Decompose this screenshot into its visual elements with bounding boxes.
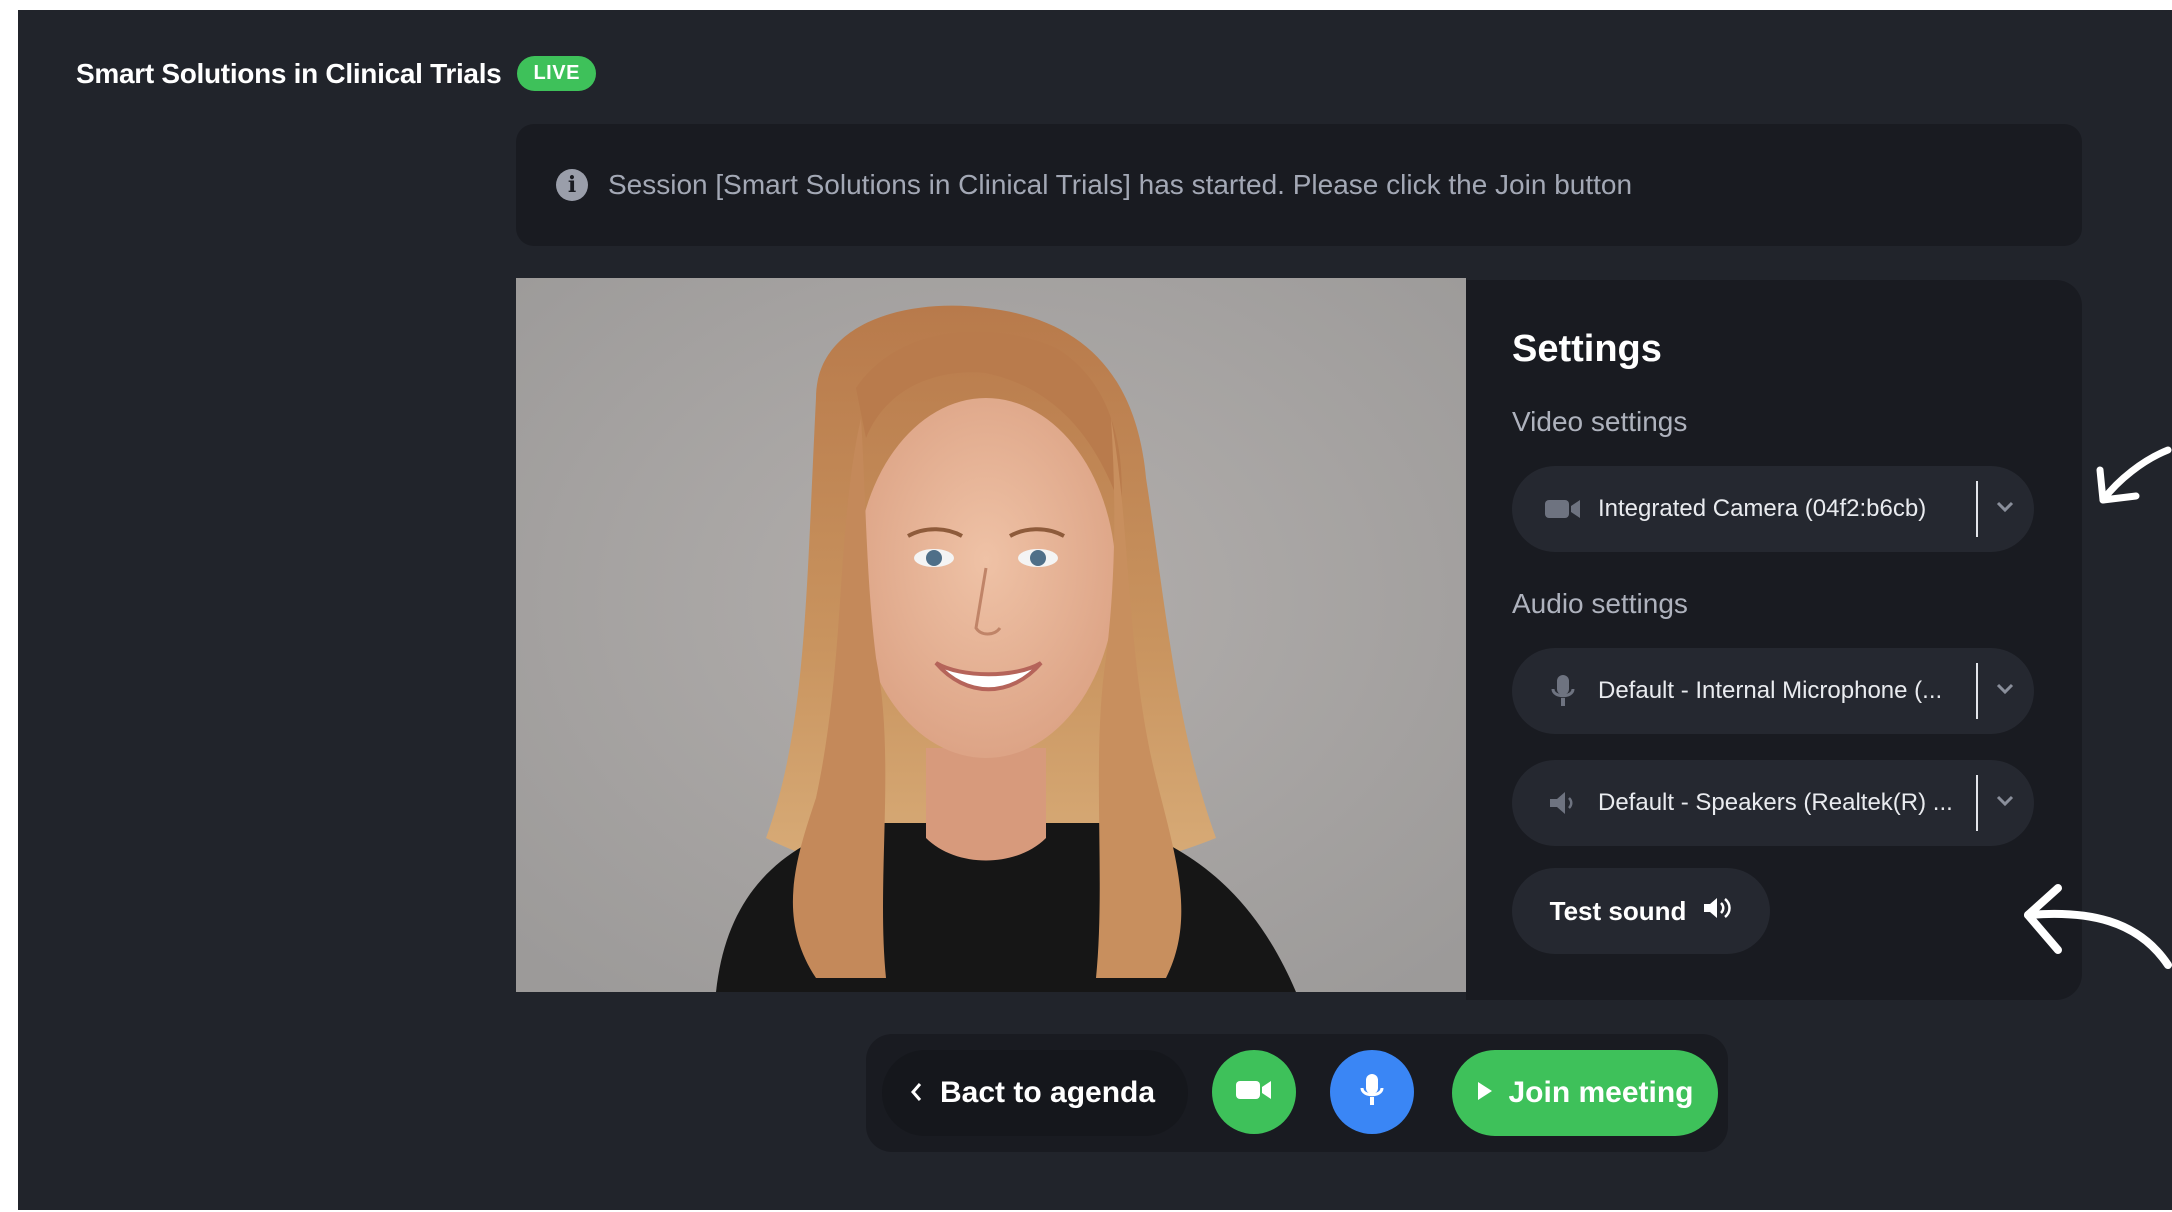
join-meeting-button[interactable]: Join meeting — [1452, 1050, 1718, 1136]
camera-toggle-button[interactable] — [1212, 1050, 1296, 1134]
back-to-agenda-button[interactable]: Bact to agenda — [882, 1050, 1188, 1136]
settings-panel: Settings Video settings Integrated Camer… — [1466, 280, 2082, 1000]
chevron-down-icon[interactable] — [1996, 500, 2014, 518]
info-icon: i — [556, 169, 588, 201]
audio-settings-label: Audio settings — [1512, 588, 1688, 619]
speaker-select-value: Default - Speakers (Realtek(R) ... — [1598, 789, 1953, 816]
microphone-icon — [1360, 1073, 1384, 1112]
camera-select-value: Integrated Camera (04f2:b6cb) — [1598, 495, 1927, 522]
video-camera-icon — [1235, 1078, 1273, 1107]
test-sound-button[interactable]: Test sound — [1512, 868, 1770, 954]
speaker-select[interactable]: Default - Speakers (Realtek(R) ... — [1512, 760, 2034, 846]
select-divider — [1976, 775, 1978, 831]
session-header: Smart Solutions in Clinical Trials LIVE — [76, 56, 596, 91]
back-to-agenda-label: Bact to agenda — [940, 1076, 1156, 1109]
chevron-down-icon[interactable] — [1996, 794, 2014, 812]
camera-preview-image — [516, 278, 1466, 992]
annotation-arrow-icon — [2096, 446, 2172, 504]
microphone-toggle-button[interactable] — [1330, 1050, 1414, 1134]
select-divider — [1976, 481, 1978, 537]
settings-title: Settings — [1512, 328, 1662, 370]
camera-select[interactable]: Integrated Camera (04f2:b6cb) — [1512, 466, 2034, 552]
annotation-arrow-icon — [2024, 884, 2172, 969]
join-meeting-label: Join meeting — [1508, 1076, 1694, 1109]
video-camera-icon — [1544, 497, 1582, 521]
microphone-select[interactable]: Default - Internal Microphone (... — [1512, 648, 2034, 734]
microphone-icon — [1544, 674, 1582, 708]
app-window: Smart Solutions in Clinical Trials LIVE … — [18, 10, 2172, 1210]
notice-text: Session [Smart Solutions in Clinical Tri… — [608, 169, 1633, 200]
video-settings-label: Video settings — [1512, 406, 1688, 437]
microphone-select-value: Default - Internal Microphone (... — [1598, 677, 1943, 704]
volume-icon — [1702, 895, 1732, 928]
meeting-toolbar: Bact to agenda Join meeting — [866, 1034, 1728, 1152]
test-sound-label: Test sound — [1549, 895, 1687, 926]
session-notice: i Session [Smart Solutions in Clinical T… — [516, 124, 2082, 246]
select-divider — [1976, 663, 1978, 719]
live-badge: LIVE — [517, 56, 596, 91]
chevron-left-icon — [910, 1076, 922, 1110]
speaker-icon — [1544, 790, 1582, 816]
chevron-down-icon[interactable] — [1996, 682, 2014, 700]
video-preview — [516, 278, 1466, 992]
session-title: Smart Solutions in Clinical Trials — [76, 57, 502, 89]
play-icon — [1476, 1076, 1494, 1110]
